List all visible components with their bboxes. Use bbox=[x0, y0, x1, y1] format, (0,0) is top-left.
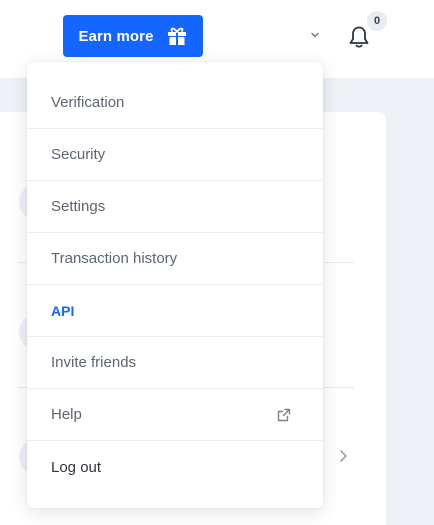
menu-item-label: Security bbox=[51, 146, 106, 163]
menu-item-label: API bbox=[51, 302, 75, 319]
menu-item-verification[interactable]: Verification bbox=[27, 77, 323, 129]
menu-item-label: Transaction history bbox=[51, 250, 178, 267]
account-menu: Verification Security Settings Transacti… bbox=[27, 62, 323, 508]
external-link-icon bbox=[277, 408, 291, 422]
menu-item-label: Invite friends bbox=[51, 354, 137, 371]
chevron-down-icon[interactable] bbox=[308, 28, 322, 42]
earn-more-button[interactable]: Earn more bbox=[63, 15, 203, 57]
menu-item-help[interactable]: Help bbox=[27, 389, 323, 441]
menu-item-label: Log out bbox=[51, 458, 102, 476]
menu-item-security[interactable]: Security bbox=[27, 129, 323, 181]
notifications-button[interactable] bbox=[346, 24, 372, 50]
menu-item-api[interactable]: API bbox=[27, 285, 323, 337]
menu-item-invite-friends[interactable]: Invite friends bbox=[27, 337, 323, 389]
chevron-right-icon[interactable] bbox=[338, 449, 352, 465]
menu-item-label: Verification bbox=[51, 94, 125, 111]
notification-count-badge: 0 bbox=[367, 11, 387, 31]
menu-item-label: Help bbox=[51, 406, 82, 423]
earn-more-label: Earn more bbox=[78, 27, 154, 45]
menu-item-log-out[interactable]: Log out bbox=[27, 441, 323, 493]
menu-item-settings[interactable]: Settings bbox=[27, 181, 323, 233]
menu-item-transaction-history[interactable]: Transaction history bbox=[27, 233, 323, 285]
menu-item-label: Settings bbox=[51, 198, 106, 215]
gift-icon bbox=[167, 27, 186, 45]
bell-icon bbox=[349, 26, 369, 48]
